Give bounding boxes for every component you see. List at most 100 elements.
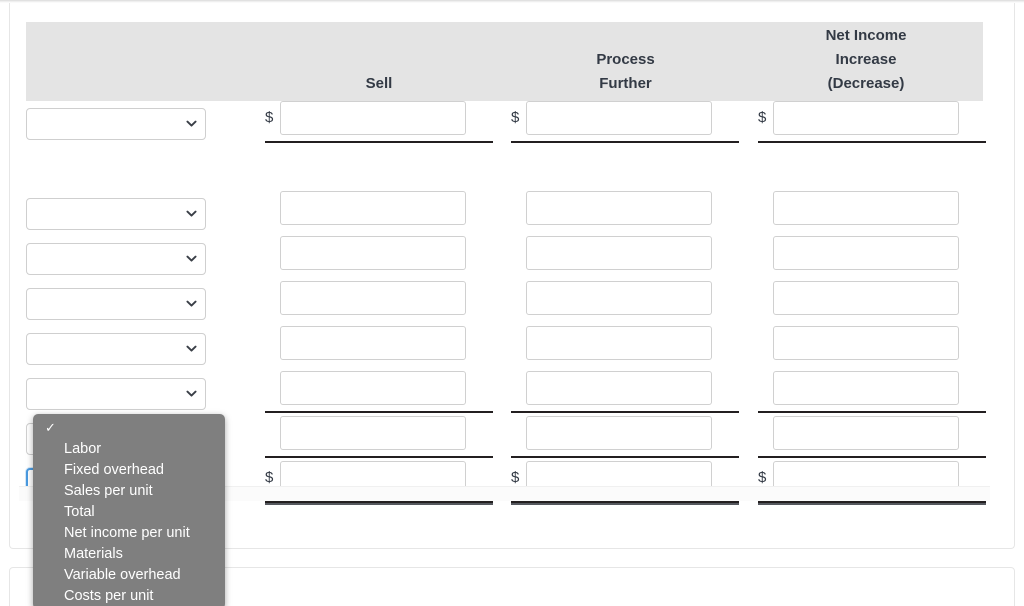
amount-input-net-income-row5[interactable] — [773, 326, 959, 360]
table-row — [26, 236, 983, 281]
row-label-select-6[interactable] — [26, 377, 206, 410]
currency-symbol: $ — [758, 109, 767, 126]
amount-input-process-further-row3[interactable] — [526, 236, 712, 270]
row-label-select-wrapper — [26, 107, 206, 140]
amount-input-process-further-row4[interactable] — [526, 281, 712, 315]
amount-cell-net-income — [749, 236, 983, 281]
subtotal-rule — [511, 141, 739, 143]
amount-cell-net-income — [749, 371, 986, 416]
total-double-rule — [758, 501, 986, 505]
amount-cell-process-further — [502, 191, 749, 236]
table-row — [26, 371, 986, 416]
row-label-select-3[interactable] — [26, 242, 206, 275]
currency-symbol: $ — [265, 109, 274, 126]
dropdown-option-fixed-overhead[interactable]: Fixed overhead — [33, 460, 225, 481]
amount-input-net-income-row6[interactable] — [773, 371, 959, 405]
subtotal-rule — [511, 411, 739, 413]
amount-cell-sell — [256, 281, 502, 326]
amount-cell-process-further: $ — [502, 101, 749, 146]
subtotal-rule — [758, 141, 986, 143]
table-header-row: Sell Process Further Net Income Increase… — [26, 22, 983, 101]
amount-input-sell-row3[interactable] — [280, 236, 466, 270]
row-label-select-4[interactable] — [26, 287, 206, 320]
subtotal-rule — [758, 411, 986, 413]
amount-input-net-income-row4[interactable] — [773, 281, 959, 315]
amount-cell-net-income — [749, 191, 983, 236]
amount-input-process-further-row5[interactable] — [526, 326, 712, 360]
amount-cell-sell: $ — [256, 101, 502, 146]
row-label-select-wrapper — [26, 197, 206, 230]
amount-cell-sell — [256, 191, 502, 236]
subtotal-rule — [511, 456, 739, 458]
column-header-net-line2: Increase — [835, 51, 897, 68]
amount-cell-net-income: $ — [749, 101, 986, 146]
amount-input-sell-row2[interactable] — [280, 191, 466, 225]
table-row: $ $ $ — [26, 101, 986, 146]
amount-cell-process-further — [502, 416, 749, 461]
column-header-net-line1: Net Income — [825, 27, 907, 44]
subtotal-rule — [265, 411, 493, 413]
column-header-net-income: Net Income Increase (Decrease) — [749, 24, 983, 101]
amount-input-sell-row5[interactable] — [280, 326, 466, 360]
row-label-cell — [26, 101, 256, 146]
row-label-select-wrapper — [26, 377, 206, 410]
amount-cell-sell — [256, 326, 502, 371]
column-header-process-line1: Process — [596, 51, 655, 68]
amount-input-net-income-row7[interactable] — [773, 416, 959, 450]
currency-symbol: $ — [511, 109, 520, 126]
amount-cell-net-income — [749, 281, 983, 326]
table-row — [26, 326, 983, 371]
dropdown-option-net-income-per-unit[interactable]: Net income per unit — [33, 523, 225, 544]
dropdown-option-total[interactable]: Total — [33, 502, 225, 523]
row-label-select-5[interactable] — [26, 332, 206, 365]
amount-input-net-income-row2[interactable] — [773, 191, 959, 225]
amount-input-process-further-row2[interactable] — [526, 191, 712, 225]
column-header-sell: Sell — [256, 72, 502, 101]
dropdown-option-sales-per-unit[interactable]: Sales per unit — [33, 481, 225, 502]
amount-cell-sell — [256, 416, 502, 461]
dropdown-option-blank[interactable] — [33, 417, 225, 439]
amount-cell-sell — [256, 371, 502, 416]
amount-input-net-income-row3[interactable] — [773, 236, 959, 270]
amount-cell-process-further — [502, 371, 749, 416]
row-label-select-1[interactable] — [26, 107, 206, 140]
amount-input-process-further-row7[interactable] — [526, 416, 712, 450]
row-label-cell — [26, 236, 256, 281]
subtotal-rule — [758, 456, 986, 458]
amount-cell-process-further — [502, 236, 749, 281]
amount-cell-net-income — [749, 416, 986, 461]
account-select-dropdown-menu[interactable]: LaborFixed overheadSales per unitTotalNe… — [33, 414, 225, 606]
amount-cell-sell — [256, 236, 502, 281]
row-label-cell — [26, 191, 256, 236]
page-root: Sell Process Further Net Income Increase… — [0, 0, 1024, 606]
amount-input-sell-row6[interactable] — [280, 371, 466, 405]
dropdown-option-costs-per-unit[interactable]: Costs per unit — [33, 586, 225, 606]
total-double-rule — [265, 501, 493, 505]
row-label-cell — [26, 326, 256, 371]
row-label-select-wrapper — [26, 287, 206, 320]
dropdown-option-materials[interactable]: Materials — [33, 544, 225, 565]
amount-input-net-income-row1[interactable] — [773, 101, 959, 135]
row-label-cell — [26, 281, 256, 326]
amount-cell-process-further — [502, 326, 749, 371]
dropdown-option-variable-overhead[interactable]: Variable overhead — [33, 565, 225, 586]
amount-input-sell-row7[interactable] — [280, 416, 466, 450]
column-header-sell-text: Sell — [365, 75, 393, 92]
dropdown-option-labor[interactable]: Labor — [33, 439, 225, 460]
amount-cell-net-income — [749, 326, 983, 371]
row-label-select-wrapper — [26, 332, 206, 365]
column-header-process-line2: Further — [599, 75, 652, 92]
table-row — [26, 191, 983, 236]
amount-input-sell-row1[interactable] — [280, 101, 466, 135]
column-header-process-further: Process Further — [502, 48, 749, 101]
table-spacer-row — [26, 146, 983, 191]
subtotal-rule — [265, 141, 493, 143]
amount-cell-process-further — [502, 281, 749, 326]
amount-input-process-further-row6[interactable] — [526, 371, 712, 405]
amount-input-process-further-row1[interactable] — [526, 101, 712, 135]
row-label-cell — [26, 371, 256, 416]
amount-input-sell-row4[interactable] — [280, 281, 466, 315]
row-label-select-2[interactable] — [26, 197, 206, 230]
table-row — [26, 281, 983, 326]
column-header-net-line3: (Decrease) — [827, 75, 905, 92]
